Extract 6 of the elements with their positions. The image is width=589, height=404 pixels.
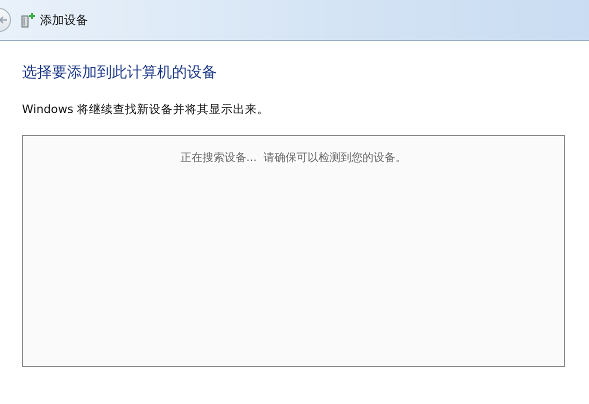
description-text: Windows 将继续查找新设备并将其显示出来。 — [22, 102, 270, 117]
back-arrow-icon — [0, 15, 8, 25]
device-add-icon — [21, 12, 35, 28]
window-title: 添加设备 — [40, 12, 88, 28]
page-heading: 选择要添加到此计算机的设备 — [22, 63, 218, 82]
search-status-text: 正在搜索设备... 请确保可以检测到您的设备。 — [180, 150, 407, 165]
